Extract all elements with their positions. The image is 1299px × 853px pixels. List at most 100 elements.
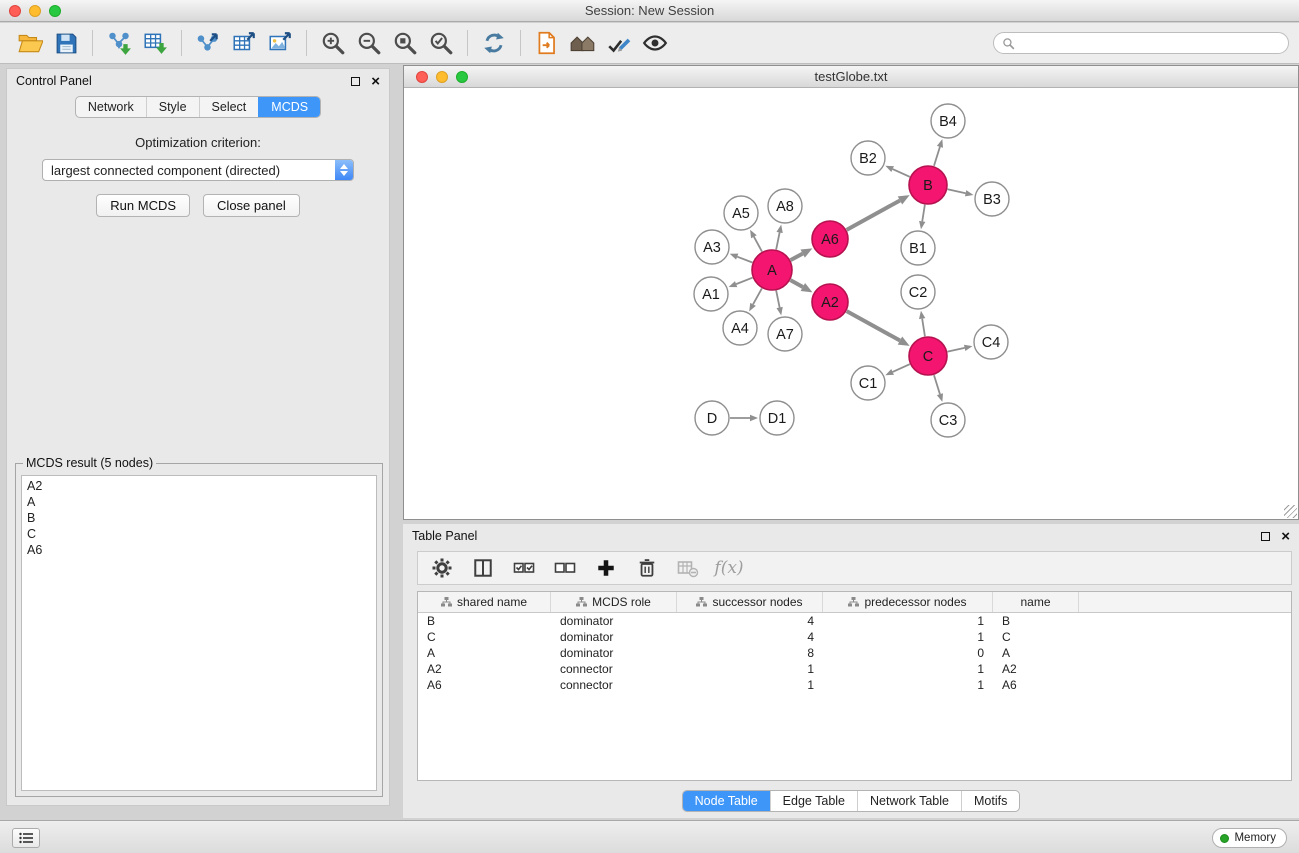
home-button[interactable] [565, 26, 601, 60]
mcds-result-item[interactable]: C [27, 526, 371, 542]
network-edge-A-A7[interactable] [776, 291, 783, 316]
network-node-C[interactable]: C [909, 337, 947, 375]
network-node-A5[interactable]: A5 [724, 196, 758, 230]
delete-column-button[interactable] [635, 556, 659, 580]
float-table-panel-icon[interactable] [1261, 532, 1270, 541]
network-edge-B-B4[interactable] [934, 139, 943, 166]
tab-select[interactable]: Select [199, 97, 259, 117]
first-neighbors-button[interactable] [529, 26, 565, 60]
float-panel-icon[interactable] [351, 77, 360, 86]
network-node-B4[interactable]: B4 [931, 104, 965, 138]
network-node-B3[interactable]: B3 [975, 182, 1009, 216]
network-edge-A-A3[interactable] [730, 254, 753, 263]
tab-edge-table[interactable]: Edge Table [770, 791, 857, 811]
table-row[interactable]: Bdominator41B [418, 613, 1291, 629]
zoom-out-button[interactable] [351, 26, 387, 60]
network-node-D[interactable]: D [695, 401, 729, 435]
network-node-A3[interactable]: A3 [695, 230, 729, 264]
zoom-window-button[interactable] [49, 5, 61, 17]
deselect-all-button[interactable] [553, 556, 577, 580]
close-window-button[interactable] [9, 5, 21, 17]
network-node-A2[interactable]: A2 [812, 284, 848, 320]
column-header-name[interactable]: name [993, 592, 1079, 612]
network-node-C3[interactable]: C3 [931, 403, 965, 437]
column-header-predecessor-nodes[interactable]: predecessor nodes [823, 592, 993, 612]
network-canvas-container[interactable]: B4B2BB3A5A8A6B1A3AA1C2A2A4A7CC4C1C3DD1 [404, 88, 1298, 519]
close-network-button[interactable] [416, 71, 428, 83]
network-edge-B-B1[interactable] [919, 205, 925, 229]
network-edge-C-C2[interactable] [919, 311, 925, 336]
run-mcds-button[interactable]: Run MCDS [96, 194, 190, 217]
close-panel-button[interactable]: Close panel [203, 194, 300, 217]
search-box[interactable] [993, 32, 1289, 54]
close-table-panel-icon[interactable]: × [1281, 529, 1290, 544]
mcds-result-list[interactable]: A2ABCA6 [21, 475, 377, 791]
search-input[interactable] [1020, 36, 1280, 50]
export-image-button[interactable] [262, 26, 298, 60]
select-all-button[interactable] [512, 556, 536, 580]
column-header-successor-nodes[interactable]: successor nodes [677, 592, 823, 612]
network-node-A4[interactable]: A4 [723, 311, 757, 345]
optimization-dropdown[interactable]: largest connected component (directed) [42, 159, 354, 181]
network-edge-C-C4[interactable] [948, 345, 973, 352]
zoom-selected-button[interactable] [423, 26, 459, 60]
table-settings-button[interactable] [430, 556, 454, 580]
network-edge-C-C1[interactable] [885, 364, 909, 375]
close-panel-icon[interactable]: × [371, 74, 380, 89]
table-row[interactable]: A2connector11A2 [418, 661, 1291, 677]
network-node-C4[interactable]: C4 [974, 325, 1008, 359]
network-edge-A-A4[interactable] [749, 288, 762, 311]
import-network-button[interactable] [101, 26, 137, 60]
tab-motifs[interactable]: Motifs [961, 791, 1019, 811]
network-node-C2[interactable]: C2 [901, 275, 935, 309]
apply-layout-button[interactable] [476, 26, 512, 60]
network-node-A1[interactable]: A1 [694, 277, 728, 311]
network-window-titlebar[interactable]: testGlobe.txt [404, 66, 1298, 88]
tab-style[interactable]: Style [146, 97, 199, 117]
network-node-D1[interactable]: D1 [760, 401, 794, 435]
show-details-button[interactable] [637, 26, 673, 60]
task-history-button[interactable] [12, 828, 40, 848]
network-edge-A-A8[interactable] [776, 225, 783, 250]
network-node-C1[interactable]: C1 [851, 366, 885, 400]
zoom-network-button[interactable] [456, 71, 468, 83]
network-edge-A-A6[interactable] [791, 248, 813, 260]
save-session-button[interactable] [48, 26, 84, 60]
network-edge-A6-B[interactable] [847, 195, 910, 230]
network-edge-A-A2[interactable] [790, 280, 812, 292]
column-header-mcds-role[interactable]: MCDS role [551, 592, 677, 612]
network-edge-C-C3[interactable] [934, 375, 943, 402]
minimize-window-button[interactable] [29, 5, 41, 17]
zoom-in-button[interactable] [315, 26, 351, 60]
delete-table-button[interactable] [676, 556, 700, 580]
table-row[interactable]: A6connector11A6 [418, 677, 1291, 693]
zoom-fit-button[interactable] [387, 26, 423, 60]
network-edge-D-D1[interactable] [730, 415, 758, 421]
memory-button[interactable]: Memory [1212, 828, 1287, 848]
network-edge-A-A5[interactable] [750, 230, 762, 252]
mcds-result-item[interactable]: A2 [27, 478, 371, 494]
table-row[interactable]: Adominator80A [418, 645, 1291, 661]
resize-grip-icon[interactable] [1284, 505, 1297, 518]
network-node-B2[interactable]: B2 [851, 141, 885, 175]
network-node-A6[interactable]: A6 [812, 221, 848, 257]
add-column-button[interactable] [594, 556, 618, 580]
export-network-button[interactable] [190, 26, 226, 60]
open-session-button[interactable] [12, 26, 48, 60]
show-columns-button[interactable] [471, 556, 495, 580]
table-row[interactable]: Cdominator41C [418, 629, 1291, 645]
network-node-A[interactable]: A [752, 250, 792, 290]
mcds-result-item[interactable]: A [27, 494, 371, 510]
network-edge-A2-C[interactable] [847, 311, 910, 346]
style-check-button[interactable] [601, 26, 637, 60]
export-table-button[interactable] [226, 26, 262, 60]
network-canvas[interactable]: B4B2BB3A5A8A6B1A3AA1C2A2A4A7CC4C1C3DD1 [404, 88, 1298, 519]
network-edge-A-A1[interactable] [729, 278, 753, 287]
tab-mcds[interactable]: MCDS [258, 97, 320, 117]
network-node-A7[interactable]: A7 [768, 317, 802, 351]
mcds-result-item[interactable]: B [27, 510, 371, 526]
minimize-network-button[interactable] [436, 71, 448, 83]
mcds-result-item[interactable]: A6 [27, 542, 371, 558]
tab-node-table[interactable]: Node Table [683, 791, 770, 811]
network-node-B1[interactable]: B1 [901, 231, 935, 265]
